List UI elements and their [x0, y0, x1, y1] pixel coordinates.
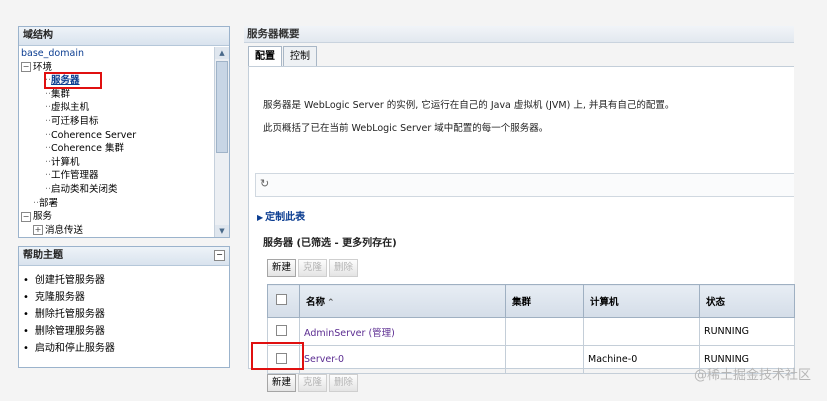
domain-structure-title: 域结构: [19, 27, 229, 46]
bottom-button-bar: 新建 克隆 删除: [267, 374, 360, 392]
tree-item[interactable]: ··Coherence 集群: [21, 142, 213, 156]
help-topic-link[interactable]: 删除管理服务器: [23, 323, 229, 340]
clone-button-bottom[interactable]: 克隆: [298, 374, 328, 392]
tree-item-label: 工作管理器: [51, 170, 99, 182]
customize-table-link[interactable]: ▶ 定制此表: [257, 208, 305, 223]
tree-item-label: base_domain: [21, 48, 84, 59]
tree-item[interactable]: ··Coherence Server: [21, 129, 213, 143]
help-topic-link[interactable]: 创建托管服务器: [23, 272, 229, 289]
server-name-cell: Server-0: [299, 345, 506, 374]
description-1: 服务器是 WebLogic Server 的实例, 它运行在自己的 Java 虚…: [263, 100, 675, 111]
machine-cell: [583, 317, 700, 346]
clone-button[interactable]: 克隆: [298, 259, 328, 277]
help-topics-title: 帮助主题: [19, 247, 229, 266]
tree-scrollbar[interactable]: ▲ ▼: [214, 47, 229, 237]
tree-item-label: 虚拟主机: [51, 102, 90, 114]
tree-item[interactable]: ··虚拟主机: [21, 101, 213, 115]
help-topic-link[interactable]: 克隆服务器: [23, 289, 229, 306]
tree-item-label: 服务: [33, 211, 53, 223]
top-button-bar: 新建 克隆 删除: [267, 259, 360, 277]
customize-label: 定制此表: [265, 212, 306, 223]
state-cell: RUNNING: [699, 317, 795, 346]
tree-item-label: 环境: [33, 61, 53, 73]
tree-item-label: Coherence 集群: [51, 143, 125, 155]
table-row: AdminServer (管理) RUNNING: [267, 317, 795, 346]
tree-item[interactable]: ··计算机: [21, 156, 213, 170]
help-topics-panel: 帮助主题 − 创建托管服务器克隆服务器删除托管服务器删除管理服务器启动和停止服务…: [18, 246, 230, 368]
page-title: 服务器概要: [244, 26, 794, 43]
new-button-bottom[interactable]: 新建: [267, 374, 297, 392]
tree-item[interactable]: ··启动类和关闭类: [21, 183, 213, 197]
machine-cell: Machine-0: [583, 345, 700, 374]
expand-triangle-icon: ▶: [257, 213, 264, 222]
tree-item[interactable]: + 消息传送: [21, 224, 213, 237]
help-topic-link[interactable]: 启动和停止服务器: [23, 340, 229, 357]
help-list: 创建托管服务器克隆服务器删除托管服务器删除管理服务器启动和停止服务器: [19, 272, 229, 357]
refresh-icon[interactable]: ↻: [260, 177, 269, 190]
tab-control[interactable]: 控制: [283, 46, 317, 66]
sort-asc-icon[interactable]: ⌃: [327, 298, 335, 308]
tree-item[interactable]: ··可迁移目标: [21, 115, 213, 129]
tab-configuration[interactable]: 配置: [248, 46, 282, 66]
scroll-down-icon[interactable]: ▼: [215, 225, 229, 237]
delete-button-bottom[interactable]: 删除: [329, 374, 359, 392]
tree-item-label: Coherence Server: [51, 129, 137, 141]
tree-item[interactable]: ··工作管理器: [21, 169, 213, 183]
collapse-node-icon[interactable]: −: [21, 211, 31, 222]
collapse-node-icon[interactable]: −: [21, 62, 31, 73]
scroll-thumb[interactable]: [216, 61, 228, 153]
tree-item[interactable]: − 服务: [21, 210, 213, 224]
server-name-cell: AdminServer (管理): [299, 317, 506, 346]
tree-item[interactable]: ··集群: [21, 88, 213, 102]
select-all-cell: [267, 284, 300, 318]
tree-item[interactable]: ··部署: [21, 197, 213, 211]
table-title: 服务器 (已筛选 - 更多列存在): [263, 238, 397, 249]
row-checkbox[interactable]: [276, 324, 287, 336]
select-all-checkbox[interactable]: [276, 294, 287, 305]
tree-item-label: 可迁移目标: [51, 115, 99, 127]
tree-item[interactable]: base_domain: [21, 47, 213, 61]
tab-content: 服务器是 WebLogic Server 的实例, 它运行在自己的 Java 虚…: [248, 66, 795, 392]
collapse-icon[interactable]: −: [214, 250, 225, 261]
column-state[interactable]: 状态: [699, 284, 795, 318]
highlight-new-button: [251, 342, 304, 370]
servers-table: 名称 ⌃ 集群 计算机 状态 AdminServer (管理) RUNNING Ser…: [267, 284, 795, 374]
tree-item-label: 计算机: [51, 156, 80, 168]
column-name[interactable]: 名称 ⌃: [299, 284, 506, 318]
tab-bar: 配置 控制: [248, 46, 318, 66]
delete-button[interactable]: 删除: [329, 259, 359, 277]
highlight-servers-node: [44, 72, 102, 89]
tree-item-label: 消息传送: [45, 224, 84, 236]
tree-item-label: 启动类和关闭类: [51, 183, 118, 195]
help-topic-link[interactable]: 删除托管服务器: [23, 306, 229, 323]
refresh-bar: ↻: [255, 173, 794, 197]
column-machine[interactable]: 计算机: [583, 284, 700, 318]
scroll-up-icon[interactable]: ▲: [215, 47, 229, 59]
domain-structure-panel: 域结构 base_domain − 环境 ··服务器 ··集群 ··虚拟主机 ··可迁移目标…: [18, 26, 230, 238]
description-2: 此页概括了已在当前 WebLogic Server 域中配置的每一个服务器。: [263, 123, 549, 134]
server-summary: 服务器概要 配置 控制 服务器是 WebLogic Server 的实例, 它运行…: [244, 26, 795, 392]
tree-item-label: 部署: [39, 197, 59, 209]
cluster-cell: [505, 317, 584, 346]
expand-node-icon[interactable]: +: [33, 225, 43, 236]
column-cluster[interactable]: 集群: [505, 284, 584, 318]
server-link[interactable]: Server-0: [304, 354, 344, 365]
table-header-row: 名称 ⌃ 集群 计算机 状态: [267, 284, 795, 318]
watermark: @稀土掘金技术社区: [693, 368, 811, 383]
cluster-cell: [505, 345, 584, 374]
tree-item-label: 集群: [51, 88, 71, 100]
new-button[interactable]: 新建: [267, 259, 297, 277]
server-link[interactable]: AdminServer (管理): [304, 328, 395, 339]
